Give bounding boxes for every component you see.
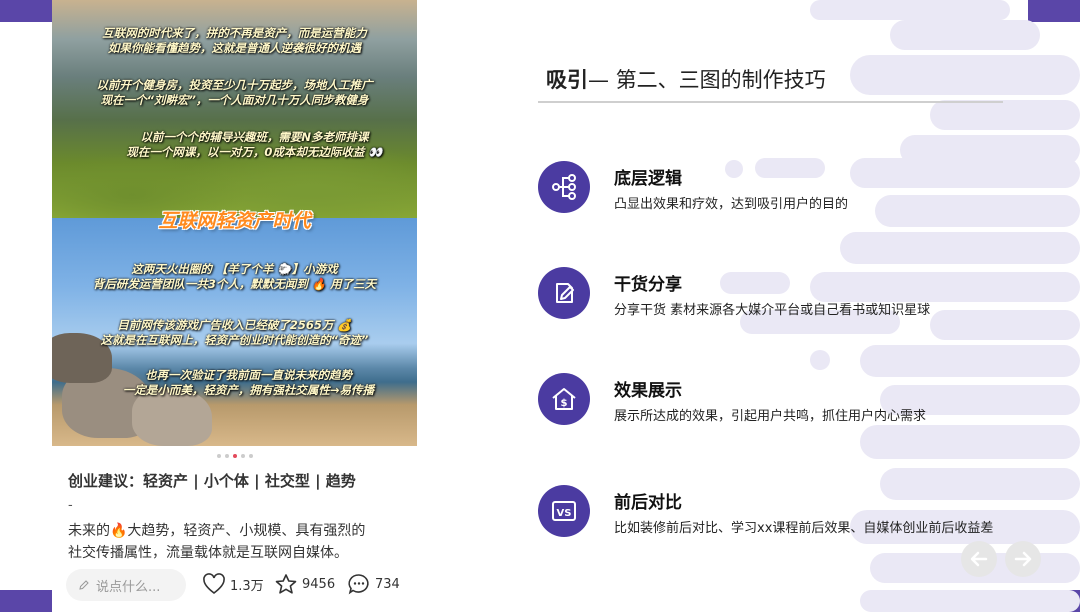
item-title: 效果展示 xyxy=(614,381,682,401)
like-button[interactable]: 1.3万 xyxy=(202,573,264,595)
item-description: 凸显出效果和疗效，达到吸引用户的目的 xyxy=(614,197,849,212)
post-image-carousel[interactable]: 互联网的时代来了，拼的不再是资产，而是运营能力 如果你能看懂趋势，这就是普通人逆… xyxy=(52,0,417,446)
item-title: 底层逻辑 xyxy=(614,169,682,189)
post-body-line: 社交传播属性，流量载体就是互联网自媒体。 xyxy=(68,545,348,561)
corner-accent-bottom-left xyxy=(0,590,52,612)
flowchart-icon xyxy=(552,174,576,200)
photo-caption-line: 目前网传该游戏广告收入已经破了2565万 💰 xyxy=(117,318,352,332)
social-post-card: 互联网的时代来了，拼的不再是资产，而是运营能力 如果你能看懂趋势，这就是普通人逆… xyxy=(52,0,417,612)
tip-item-sharing: 干货分享 分享干货 素材来源各大媒介平台或自己看书或知识星球 xyxy=(538,267,930,319)
tip-item-results: $ 效果展示 展示所达成的效果，引起用户共鸣，抓住用户内心需求 xyxy=(538,373,926,425)
carousel-dot[interactable] xyxy=(216,454,221,458)
carousel-dot-active[interactable] xyxy=(232,454,237,458)
svg-text:$: $ xyxy=(561,398,568,409)
item-icon-circle xyxy=(538,161,590,213)
arrow-right-icon xyxy=(1014,551,1032,567)
photo-caption-line: 以前开个健身房，投资至少几十万起步，场地人工推广 xyxy=(96,78,373,92)
photo-caption-line: 互联网的时代来了，拼的不再是资产，而是运营能力 xyxy=(102,26,367,40)
item-description: 分享干货 素材来源各大媒介平台或自己看书或知识星球 xyxy=(614,303,931,318)
photo-title: 互联网轻资产时代 xyxy=(158,210,311,232)
item-title: 前后对比 xyxy=(614,493,682,513)
photo-caption-line: 现在一个网课，以一对万，0成本却无边际收益 👀 xyxy=(126,145,383,159)
comment-count: 734 xyxy=(375,576,400,592)
next-slide-button[interactable] xyxy=(1005,541,1041,577)
comment-bubble-icon xyxy=(348,574,369,595)
heading-rest: — 第二、三图的制作技巧 xyxy=(588,68,826,92)
corner-accent-top-left xyxy=(0,0,52,22)
like-count: 1.3万 xyxy=(230,578,264,594)
photo-caption-line: 这就是在互联网上，轻资产创业时代能创造的“奇迹” xyxy=(100,333,369,347)
svg-text:VS: VS xyxy=(557,508,572,519)
carousel-indicator xyxy=(52,454,417,458)
carousel-dot[interactable] xyxy=(248,454,253,458)
post-body-line: 未来的🔥大趋势，轻资产、小规模、具有强烈的 xyxy=(68,523,366,539)
item-icon-circle: $ xyxy=(538,373,590,425)
post-title: 创业建议：轻资产 | 小个体 | 社交型 | 趋势 xyxy=(68,472,356,490)
photo-caption-line: 以前一个个的辅导兴趣班，需要N多老师排课 xyxy=(140,130,369,144)
post-body: 未来的🔥大趋势，轻资产、小规模、具有强烈的 社交传播属性，流量载体就是互联网自媒… xyxy=(68,520,408,564)
heading-divider xyxy=(538,101,1003,103)
comment-button[interactable]: 734 xyxy=(347,573,400,595)
item-description: 展示所达成的效果，引起用户共鸣，抓住用户内心需求 xyxy=(614,409,927,424)
photo-caption-line: 一定是小而美，轻资产，拥有强社交属性→易传播 xyxy=(122,383,375,397)
money-house-icon: $ xyxy=(552,388,576,410)
favorite-count: 9456 xyxy=(302,576,336,592)
pencil-icon xyxy=(79,580,89,590)
heart-icon xyxy=(203,573,225,595)
slide-heading: 吸引— 第二、三图的制作技巧 xyxy=(546,64,826,94)
edit-icon xyxy=(556,283,574,303)
comment-placeholder: 说点什么... xyxy=(96,579,161,595)
arrow-left-icon xyxy=(970,551,988,567)
post-separator: - xyxy=(68,498,73,513)
tip-item-logic: 底层逻辑 凸显出效果和疗效，达到吸引用户的目的 xyxy=(538,161,848,213)
item-icon-circle: VS xyxy=(538,485,590,537)
comment-input[interactable]: 说点什么... xyxy=(66,569,186,601)
star-icon xyxy=(275,574,297,594)
item-icon-circle xyxy=(538,267,590,319)
favorite-button[interactable]: 9456 xyxy=(274,573,335,595)
photo-caption-line: 如果你能看懂趋势，这就是普通人逆袭很好的机遇 xyxy=(108,41,361,55)
vs-icon: VS xyxy=(552,501,576,521)
heading-bold: 吸引 xyxy=(546,68,588,92)
previous-slide-button[interactable] xyxy=(961,541,997,577)
photo-caption-line: 这两天火出圈的 【羊了个羊 🐑】小游戏 xyxy=(131,262,338,276)
carousel-dot[interactable] xyxy=(240,454,245,458)
photo-caption-line: 现在一个“刘畊宏”，一个人面对几十万人同步教健身 xyxy=(100,93,369,107)
item-description: 比如装修前后对比、学习xx课程前后效果、自媒体创业前后收益差 xyxy=(614,521,994,536)
carousel-dot[interactable] xyxy=(224,454,229,458)
photo-caption-line: 背后研发运营团队一共3个人，默默无闻到 🔥 用了三天 xyxy=(92,277,377,291)
item-title: 干货分享 xyxy=(614,275,682,295)
tip-item-comparison: VS 前后对比 比如装修前后对比、学习xx课程前后效果、自媒体创业前后收益差 xyxy=(538,485,993,537)
photo-caption-line: 也再一次验证了我前面一直说未来的趋势 xyxy=(145,368,352,382)
